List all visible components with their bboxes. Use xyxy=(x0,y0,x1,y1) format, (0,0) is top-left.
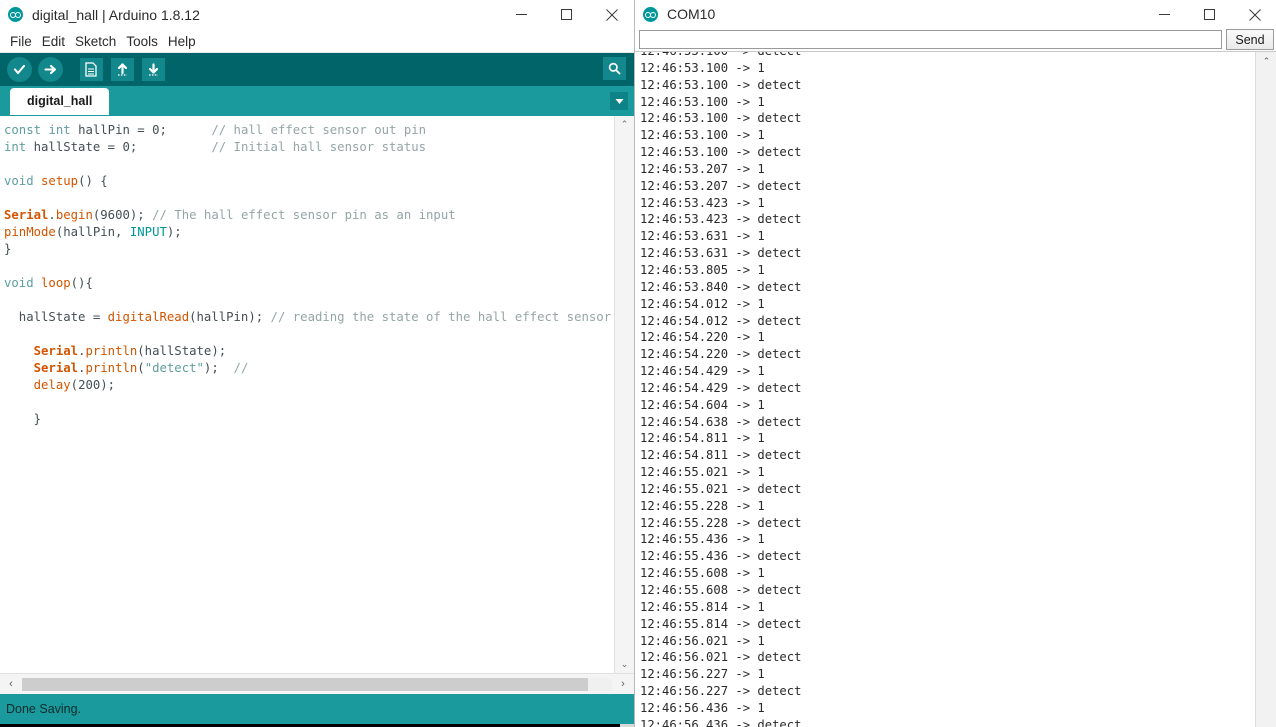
hscroll-track[interactable] xyxy=(22,677,612,691)
sketch-tab-digital-hall[interactable]: digital_hall xyxy=(10,88,110,115)
screen-root: digital_hall | Arduino 1.8.12 File Edit … xyxy=(0,0,1276,727)
menu-item-edit[interactable]: Edit xyxy=(37,34,70,49)
open-sketch-button[interactable] xyxy=(109,57,135,83)
ide-window-controls xyxy=(499,0,634,29)
menu-item-file[interactable]: File xyxy=(5,34,37,49)
ide-titlebar: digital_hall | Arduino 1.8.12 xyxy=(0,0,634,30)
menu-item-help[interactable]: Help xyxy=(163,34,201,49)
scroll-up-icon[interactable]: ⌃ xyxy=(1256,52,1276,70)
save-sketch-button[interactable] xyxy=(140,57,166,83)
ide-window-title: digital_hall | Arduino 1.8.12 xyxy=(32,6,200,23)
verify-button[interactable] xyxy=(6,57,32,83)
serial-output-lines: 12:46:53.100 -> detect 12:46:53.100 -> 1… xyxy=(640,51,802,727)
arduino-ide-window: digital_hall | Arduino 1.8.12 File Edit … xyxy=(0,0,634,727)
arduino-logo-icon xyxy=(8,7,23,22)
serial-vertical-scrollbar[interactable]: ⌃ xyxy=(1255,52,1276,727)
editor-horizontal-scrollbar[interactable]: ‹ › xyxy=(0,673,634,694)
minimize-icon[interactable] xyxy=(1142,0,1187,29)
new-sketch-button[interactable] xyxy=(78,57,104,83)
close-icon[interactable] xyxy=(1232,0,1276,29)
ide-toolbar xyxy=(0,53,634,86)
serial-window-title: COM10 xyxy=(667,6,716,22)
serial-send-input[interactable] xyxy=(639,30,1222,49)
serial-titlebar: COM10 xyxy=(635,0,1276,28)
ide-menubar: File Edit Sketch Tools Help xyxy=(0,30,634,53)
arrow-right-icon xyxy=(37,57,63,82)
maximize-icon[interactable] xyxy=(1187,0,1232,29)
close-icon[interactable] xyxy=(589,0,634,29)
arduino-logo-icon xyxy=(643,6,658,22)
code-editor[interactable]: const int hallPin = 0; // hall effect se… xyxy=(0,115,634,673)
serial-output-area[interactable]: 12:46:53.100 -> detect 12:46:53.100 -> 1… xyxy=(635,51,1276,727)
check-icon xyxy=(6,57,32,82)
serial-window-controls xyxy=(1142,0,1276,29)
chevron-down-icon[interactable] xyxy=(610,92,628,110)
scroll-right-icon[interactable]: › xyxy=(612,678,634,690)
upload-arrow-icon xyxy=(110,58,134,81)
maximize-icon[interactable] xyxy=(544,0,589,29)
download-arrow-icon xyxy=(141,58,165,81)
menu-item-sketch[interactable]: Sketch xyxy=(70,34,121,49)
upload-button[interactable] xyxy=(37,57,63,83)
scroll-left-icon[interactable]: ‹ xyxy=(0,678,22,690)
hscroll-thumb[interactable] xyxy=(22,677,589,691)
new-file-icon xyxy=(79,58,103,81)
code-content[interactable]: const int hallPin = 0; // hall effect se… xyxy=(0,116,614,428)
status-message: Done Saving. xyxy=(6,702,82,716)
scroll-up-icon[interactable]: ⌃ xyxy=(615,116,634,133)
menu-item-tools[interactable]: Tools xyxy=(121,34,163,49)
serial-input-row: Send xyxy=(635,28,1276,51)
editor-vertical-scrollbar[interactable]: ⌃ ⌄ xyxy=(614,116,634,673)
serial-monitor-button[interactable] xyxy=(603,57,626,80)
serial-monitor-window: COM10 Send 12:46:53.100 -> detect 12:46:… xyxy=(634,0,1276,727)
send-button[interactable]: Send xyxy=(1226,29,1274,50)
ide-tabbar: digital_hall xyxy=(0,86,634,115)
magnifier-icon xyxy=(603,57,626,80)
scroll-down-icon[interactable]: ⌄ xyxy=(615,656,634,673)
ide-statusbar: Done Saving. xyxy=(0,694,634,724)
minimize-icon[interactable] xyxy=(499,0,544,29)
